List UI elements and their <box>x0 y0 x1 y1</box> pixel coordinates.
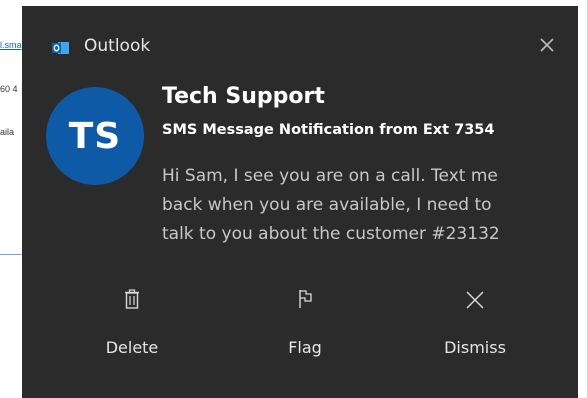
trash-icon <box>121 288 143 312</box>
avatar: TS <box>46 87 144 185</box>
background-email-link[interactable]: l.sma <box>0 40 22 50</box>
flag-label: Flag <box>288 338 322 357</box>
toast-header: Outlook <box>22 6 578 86</box>
flag-button[interactable]: Flag <box>245 284 365 364</box>
close-icon <box>464 288 486 312</box>
message-line: Hi Sam, I see you are on a call. Text me <box>162 166 498 186</box>
background-email-text: 60 4 <box>0 84 18 94</box>
outlook-icon <box>52 40 69 54</box>
dismiss-button[interactable]: Dismiss <box>415 284 535 364</box>
desktop-stage: l.sma 60 4 aila Outlook TS Tech Support … <box>0 0 588 398</box>
message-line: back when you are available, I need to <box>162 195 492 215</box>
background-divider <box>0 254 22 255</box>
background-email-text: aila <box>0 127 15 137</box>
delete-button[interactable]: Delete <box>72 284 192 364</box>
delete-label: Delete <box>105 338 159 357</box>
dismiss-label: Dismiss <box>444 338 506 357</box>
message-line: talk to you about the customer #23132 <box>162 224 500 244</box>
sender-name: Tech Support <box>162 84 325 109</box>
avatar-initials: TS <box>68 115 122 157</box>
message-body: Hi Sam, I see you are on a call. Text me… <box>162 162 557 249</box>
app-name: Outlook <box>84 36 151 56</box>
notification-subject: SMS Message Notification from Ext 7354 <box>162 122 495 138</box>
flag-icon <box>294 288 316 312</box>
close-icon[interactable] <box>538 36 556 54</box>
toast-actions: Delete Flag Dismiss <box>22 284 578 364</box>
notification-toast[interactable]: Outlook TS Tech Support SMS Message Noti… <box>22 6 578 398</box>
